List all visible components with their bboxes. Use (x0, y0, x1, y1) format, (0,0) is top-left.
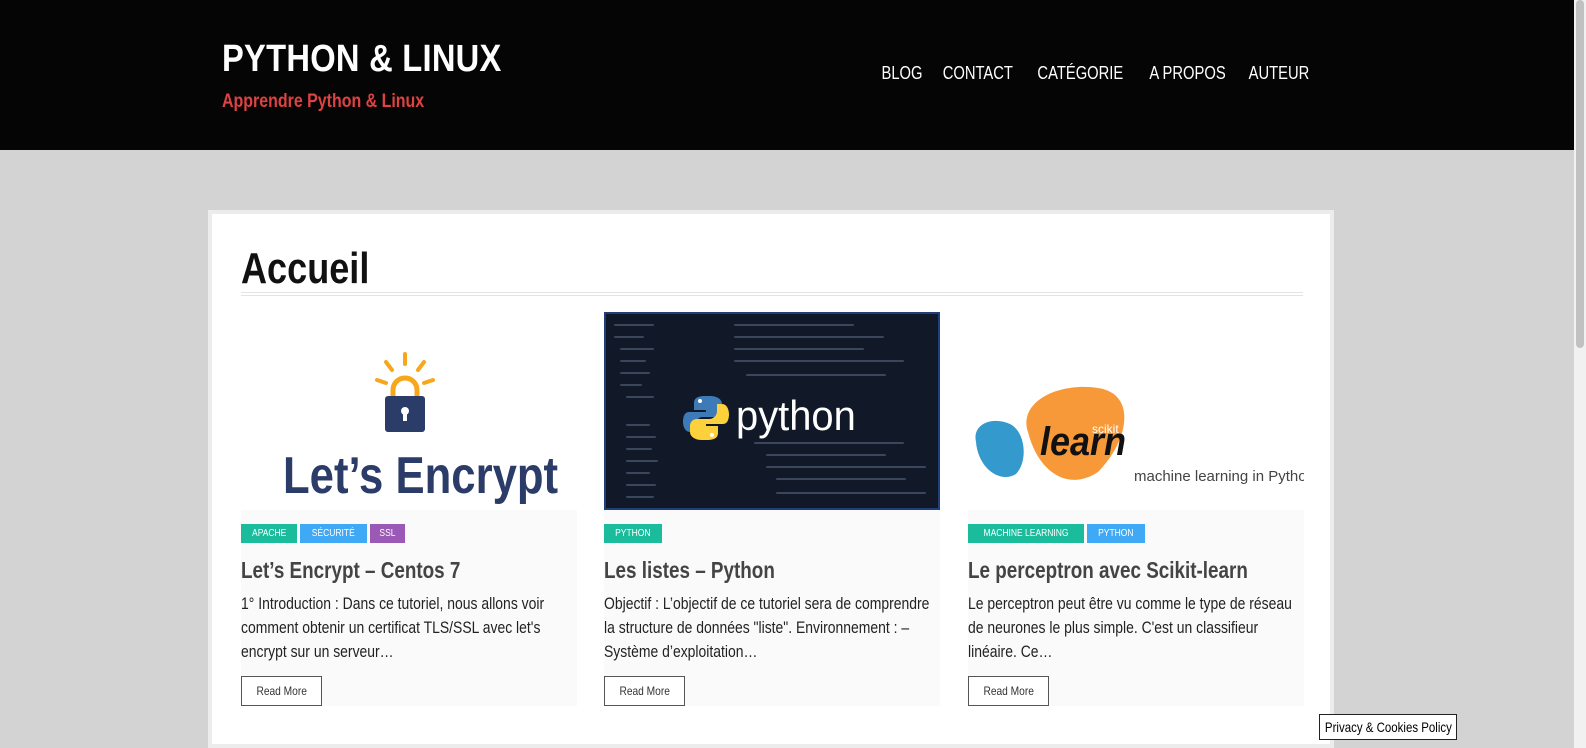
nav-contact[interactable]: CONTACT (942, 63, 1012, 84)
scrollbar-thumb[interactable] (1576, 0, 1584, 348)
category-ssl[interactable]: SSL (369, 524, 405, 543)
privacy-cookies-button[interactable]: Privacy & Cookies Policy (1319, 714, 1457, 740)
main-content: Accueil Let’s Encrypt APACHE SÉCURITÉ SS… (208, 210, 1334, 748)
category-machine-learning[interactable]: MACHINE LEARNING (968, 524, 1085, 543)
nav-categorie[interactable]: CATÉGORIE (1038, 63, 1124, 84)
site-tagline: Apprendre Python & Linux (222, 91, 425, 112)
category-securite[interactable]: SÉCURITÉ (300, 524, 367, 543)
python-logo-icon (683, 396, 729, 440)
post-card-lets-encrypt: Let’s Encrypt APACHE SÉCURITÉ SSL Let’s … (241, 312, 577, 706)
post-excerpt: Le perceptron peut être vu comme le type… (968, 594, 1292, 661)
category-python[interactable]: PYTHON (1087, 524, 1145, 543)
post-title[interactable]: Les listes – Python (604, 557, 880, 584)
post-excerpt: Objectif : L’objectif de ce tutoriel ser… (604, 594, 930, 661)
main-nav: BLOG CONTACT CATÉGORIE A PROPOS AUTEUR (881, 63, 1310, 84)
nav-auteur[interactable]: AUTEUR (1249, 63, 1310, 84)
image-text: python (736, 392, 856, 439)
image-caption: machine learning in Python (1134, 468, 1304, 485)
category-list: MACHINE LEARNING PYTHON (968, 524, 1304, 543)
nav-blog[interactable]: BLOG (881, 63, 922, 84)
read-more-button[interactable]: Read More (241, 676, 323, 706)
site-header: PYTHON & LINUX Apprendre Python & Linux … (0, 0, 1574, 150)
image-text: Let’s Encrypt (283, 447, 559, 505)
category-list: PYTHON (604, 524, 940, 543)
nav-a-propos[interactable]: A PROPOS (1149, 63, 1225, 84)
image-text: learn (1040, 420, 1127, 464)
site-title[interactable]: PYTHON & LINUX (222, 38, 502, 81)
post-thumbnail[interactable]: Let’s Encrypt (241, 312, 577, 510)
page-scrollbar[interactable] (1574, 0, 1586, 748)
category-list: APACHE SÉCURITÉ SSL (241, 524, 577, 543)
post-title[interactable]: Let’s Encrypt – Centos 7 (241, 557, 517, 584)
post-thumbnail[interactable]: python (604, 312, 940, 510)
post-title[interactable]: Le perceptron avec Scikit-learn (968, 557, 1248, 584)
post-thumbnail[interactable]: scikit learn machine learning in Python (968, 312, 1304, 510)
post-excerpt: 1° Introduction : Dans ce tutoriel, nous… (241, 594, 545, 661)
read-more-button[interactable]: Read More (968, 676, 1050, 706)
category-apache[interactable]: APACHE (241, 524, 298, 543)
title-divider (241, 292, 1303, 296)
category-python[interactable]: PYTHON (604, 524, 662, 543)
page-title: Accueil (241, 244, 370, 293)
read-more-button[interactable]: Read More (604, 676, 686, 706)
post-card-python-lists: python PYTHON Les listes – Python Object… (604, 312, 940, 706)
post-card-perceptron: scikit learn machine learning in Python … (968, 312, 1304, 706)
